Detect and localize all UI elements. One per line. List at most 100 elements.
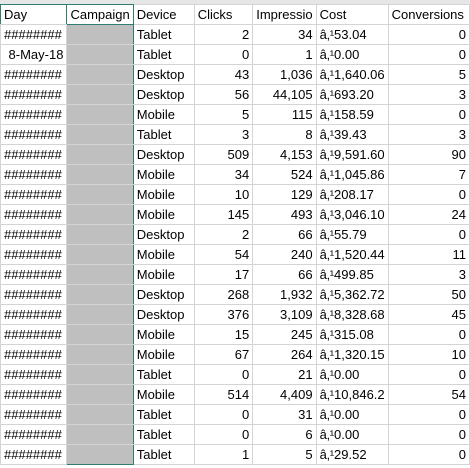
cell-impressions[interactable]: 245 xyxy=(252,324,317,345)
cell-cost[interactable]: â‚¹39.43 xyxy=(315,124,389,145)
cell-device[interactable]: Desktop xyxy=(132,144,195,165)
cell-device[interactable]: Tablet xyxy=(132,44,195,65)
cell-conversions[interactable]: 45 xyxy=(387,304,470,325)
cell-day[interactable]: ######## xyxy=(0,204,68,225)
header-cell-impressions[interactable]: Impressio xyxy=(252,4,317,25)
cell-day[interactable]: ######## xyxy=(0,244,68,265)
cell-clicks[interactable]: 514 xyxy=(193,384,254,405)
cell-clicks[interactable]: 3 xyxy=(193,124,254,145)
cell-impressions[interactable]: 1,036 xyxy=(252,64,317,85)
cell-device[interactable]: Mobile xyxy=(132,184,195,205)
cell-clicks[interactable]: 0 xyxy=(193,424,254,445)
cell-cost[interactable]: â‚¹55.79 xyxy=(315,224,389,245)
cell-clicks[interactable]: 67 xyxy=(193,344,254,365)
cell-device[interactable]: Tablet xyxy=(132,404,195,425)
cell-device[interactable]: Desktop xyxy=(132,64,195,85)
cell-clicks[interactable]: 54 xyxy=(193,244,254,265)
cell-impressions[interactable]: 66 xyxy=(252,224,317,245)
cell-conversions[interactable]: 0 xyxy=(387,324,470,345)
cell-day[interactable]: ######## xyxy=(0,184,68,205)
cell-cost[interactable]: â‚¹3,046.10 xyxy=(315,204,389,225)
cell-conversions[interactable]: 54 xyxy=(387,384,470,405)
cell-clicks[interactable]: 0 xyxy=(193,364,254,385)
cell-impressions[interactable]: 31 xyxy=(252,404,317,425)
cell-day[interactable]: ######## xyxy=(0,64,68,85)
cell-campaign[interactable] xyxy=(66,64,134,85)
cell-day[interactable]: ######## xyxy=(0,404,68,425)
cell-impressions[interactable]: 493 xyxy=(252,204,317,225)
cell-campaign[interactable] xyxy=(66,404,134,425)
cell-campaign[interactable] xyxy=(66,104,134,125)
cell-device[interactable]: Mobile xyxy=(132,344,195,365)
cell-day[interactable]: 8-May-18 xyxy=(0,44,68,65)
cell-cost[interactable]: â‚¹0.00 xyxy=(315,404,389,425)
cell-cost[interactable]: â‚¹315.08 xyxy=(315,324,389,345)
cell-clicks[interactable]: 15 xyxy=(193,324,254,345)
cell-campaign[interactable] xyxy=(66,444,134,465)
cell-impressions[interactable]: 6 xyxy=(252,424,317,445)
cell-campaign[interactable] xyxy=(66,284,134,305)
cell-campaign[interactable] xyxy=(66,144,134,165)
cell-device[interactable]: Tablet xyxy=(132,364,195,385)
cell-campaign[interactable] xyxy=(66,184,134,205)
cell-cost[interactable]: â‚¹1,320.15 xyxy=(315,344,389,365)
cell-campaign[interactable] xyxy=(66,324,134,345)
cell-campaign[interactable] xyxy=(66,164,134,185)
cell-cost[interactable]: â‚¹5,362.72 xyxy=(315,284,389,305)
cell-campaign[interactable] xyxy=(66,364,134,385)
cell-clicks[interactable]: 10 xyxy=(193,184,254,205)
cell-conversions[interactable]: 10 xyxy=(387,344,470,365)
cell-campaign[interactable] xyxy=(66,24,134,45)
cell-clicks[interactable]: 0 xyxy=(193,404,254,425)
cell-device[interactable]: Desktop xyxy=(132,84,195,105)
cell-conversions[interactable]: 3 xyxy=(387,264,470,285)
cell-day[interactable]: ######## xyxy=(0,24,68,45)
cell-cost[interactable]: â‚¹693.20 xyxy=(315,84,389,105)
cell-clicks[interactable]: 145 xyxy=(193,204,254,225)
cell-device[interactable]: Desktop xyxy=(132,284,195,305)
cell-conversions[interactable]: 0 xyxy=(387,404,470,425)
cell-clicks[interactable]: 376 xyxy=(193,304,254,325)
cell-clicks[interactable]: 509 xyxy=(193,144,254,165)
cell-cost[interactable]: â‚¹9,591.60 xyxy=(315,144,389,165)
cell-cost[interactable]: â‚¹1,045.86 xyxy=(315,164,389,185)
cell-impressions[interactable]: 44,105 xyxy=(252,84,317,105)
cell-clicks[interactable]: 2 xyxy=(193,224,254,245)
cell-day[interactable]: ######## xyxy=(0,384,68,405)
cell-device[interactable]: Tablet xyxy=(132,124,195,145)
cell-day[interactable]: ######## xyxy=(0,364,68,385)
cell-device[interactable]: Mobile xyxy=(132,104,195,125)
cell-clicks[interactable]: 56 xyxy=(193,84,254,105)
cell-conversions[interactable]: 90 xyxy=(387,144,470,165)
header-cell-conversions[interactable]: Conversions xyxy=(387,4,470,25)
cell-device[interactable]: Tablet xyxy=(132,24,195,45)
cell-clicks[interactable]: 5 xyxy=(193,104,254,125)
cell-clicks[interactable]: 268 xyxy=(193,284,254,305)
cell-conversions[interactable]: 3 xyxy=(387,84,470,105)
cell-day[interactable]: ######## xyxy=(0,124,68,145)
cell-cost[interactable]: â‚¹1,640.06 xyxy=(315,64,389,85)
cell-day[interactable]: ######## xyxy=(0,224,68,245)
cell-clicks[interactable]: 2 xyxy=(193,24,254,45)
cell-campaign[interactable] xyxy=(66,244,134,265)
cell-campaign[interactable] xyxy=(66,264,134,285)
cell-conversions[interactable]: 0 xyxy=(387,44,470,65)
cell-impressions[interactable]: 4,153 xyxy=(252,144,317,165)
cell-conversions[interactable]: 0 xyxy=(387,24,470,45)
cell-conversions[interactable]: 50 xyxy=(387,284,470,305)
cell-campaign[interactable] xyxy=(66,204,134,225)
cell-cost[interactable]: â‚¹0.00 xyxy=(315,424,389,445)
cell-campaign[interactable] xyxy=(66,304,134,325)
cell-impressions[interactable]: 129 xyxy=(252,184,317,205)
cell-day[interactable]: ######## xyxy=(0,284,68,305)
cell-conversions[interactable]: 0 xyxy=(387,224,470,245)
cell-impressions[interactable]: 1 xyxy=(252,44,317,65)
cell-device[interactable]: Desktop xyxy=(132,224,195,245)
cell-day[interactable]: ######## xyxy=(0,324,68,345)
cell-conversions[interactable]: 7 xyxy=(387,164,470,185)
cell-campaign[interactable] xyxy=(66,44,134,65)
cell-device[interactable]: Tablet xyxy=(132,444,195,465)
cell-day[interactable]: ######## xyxy=(0,144,68,165)
cell-cost[interactable]: â‚¹29.52 xyxy=(315,444,389,465)
cell-impressions[interactable]: 524 xyxy=(252,164,317,185)
